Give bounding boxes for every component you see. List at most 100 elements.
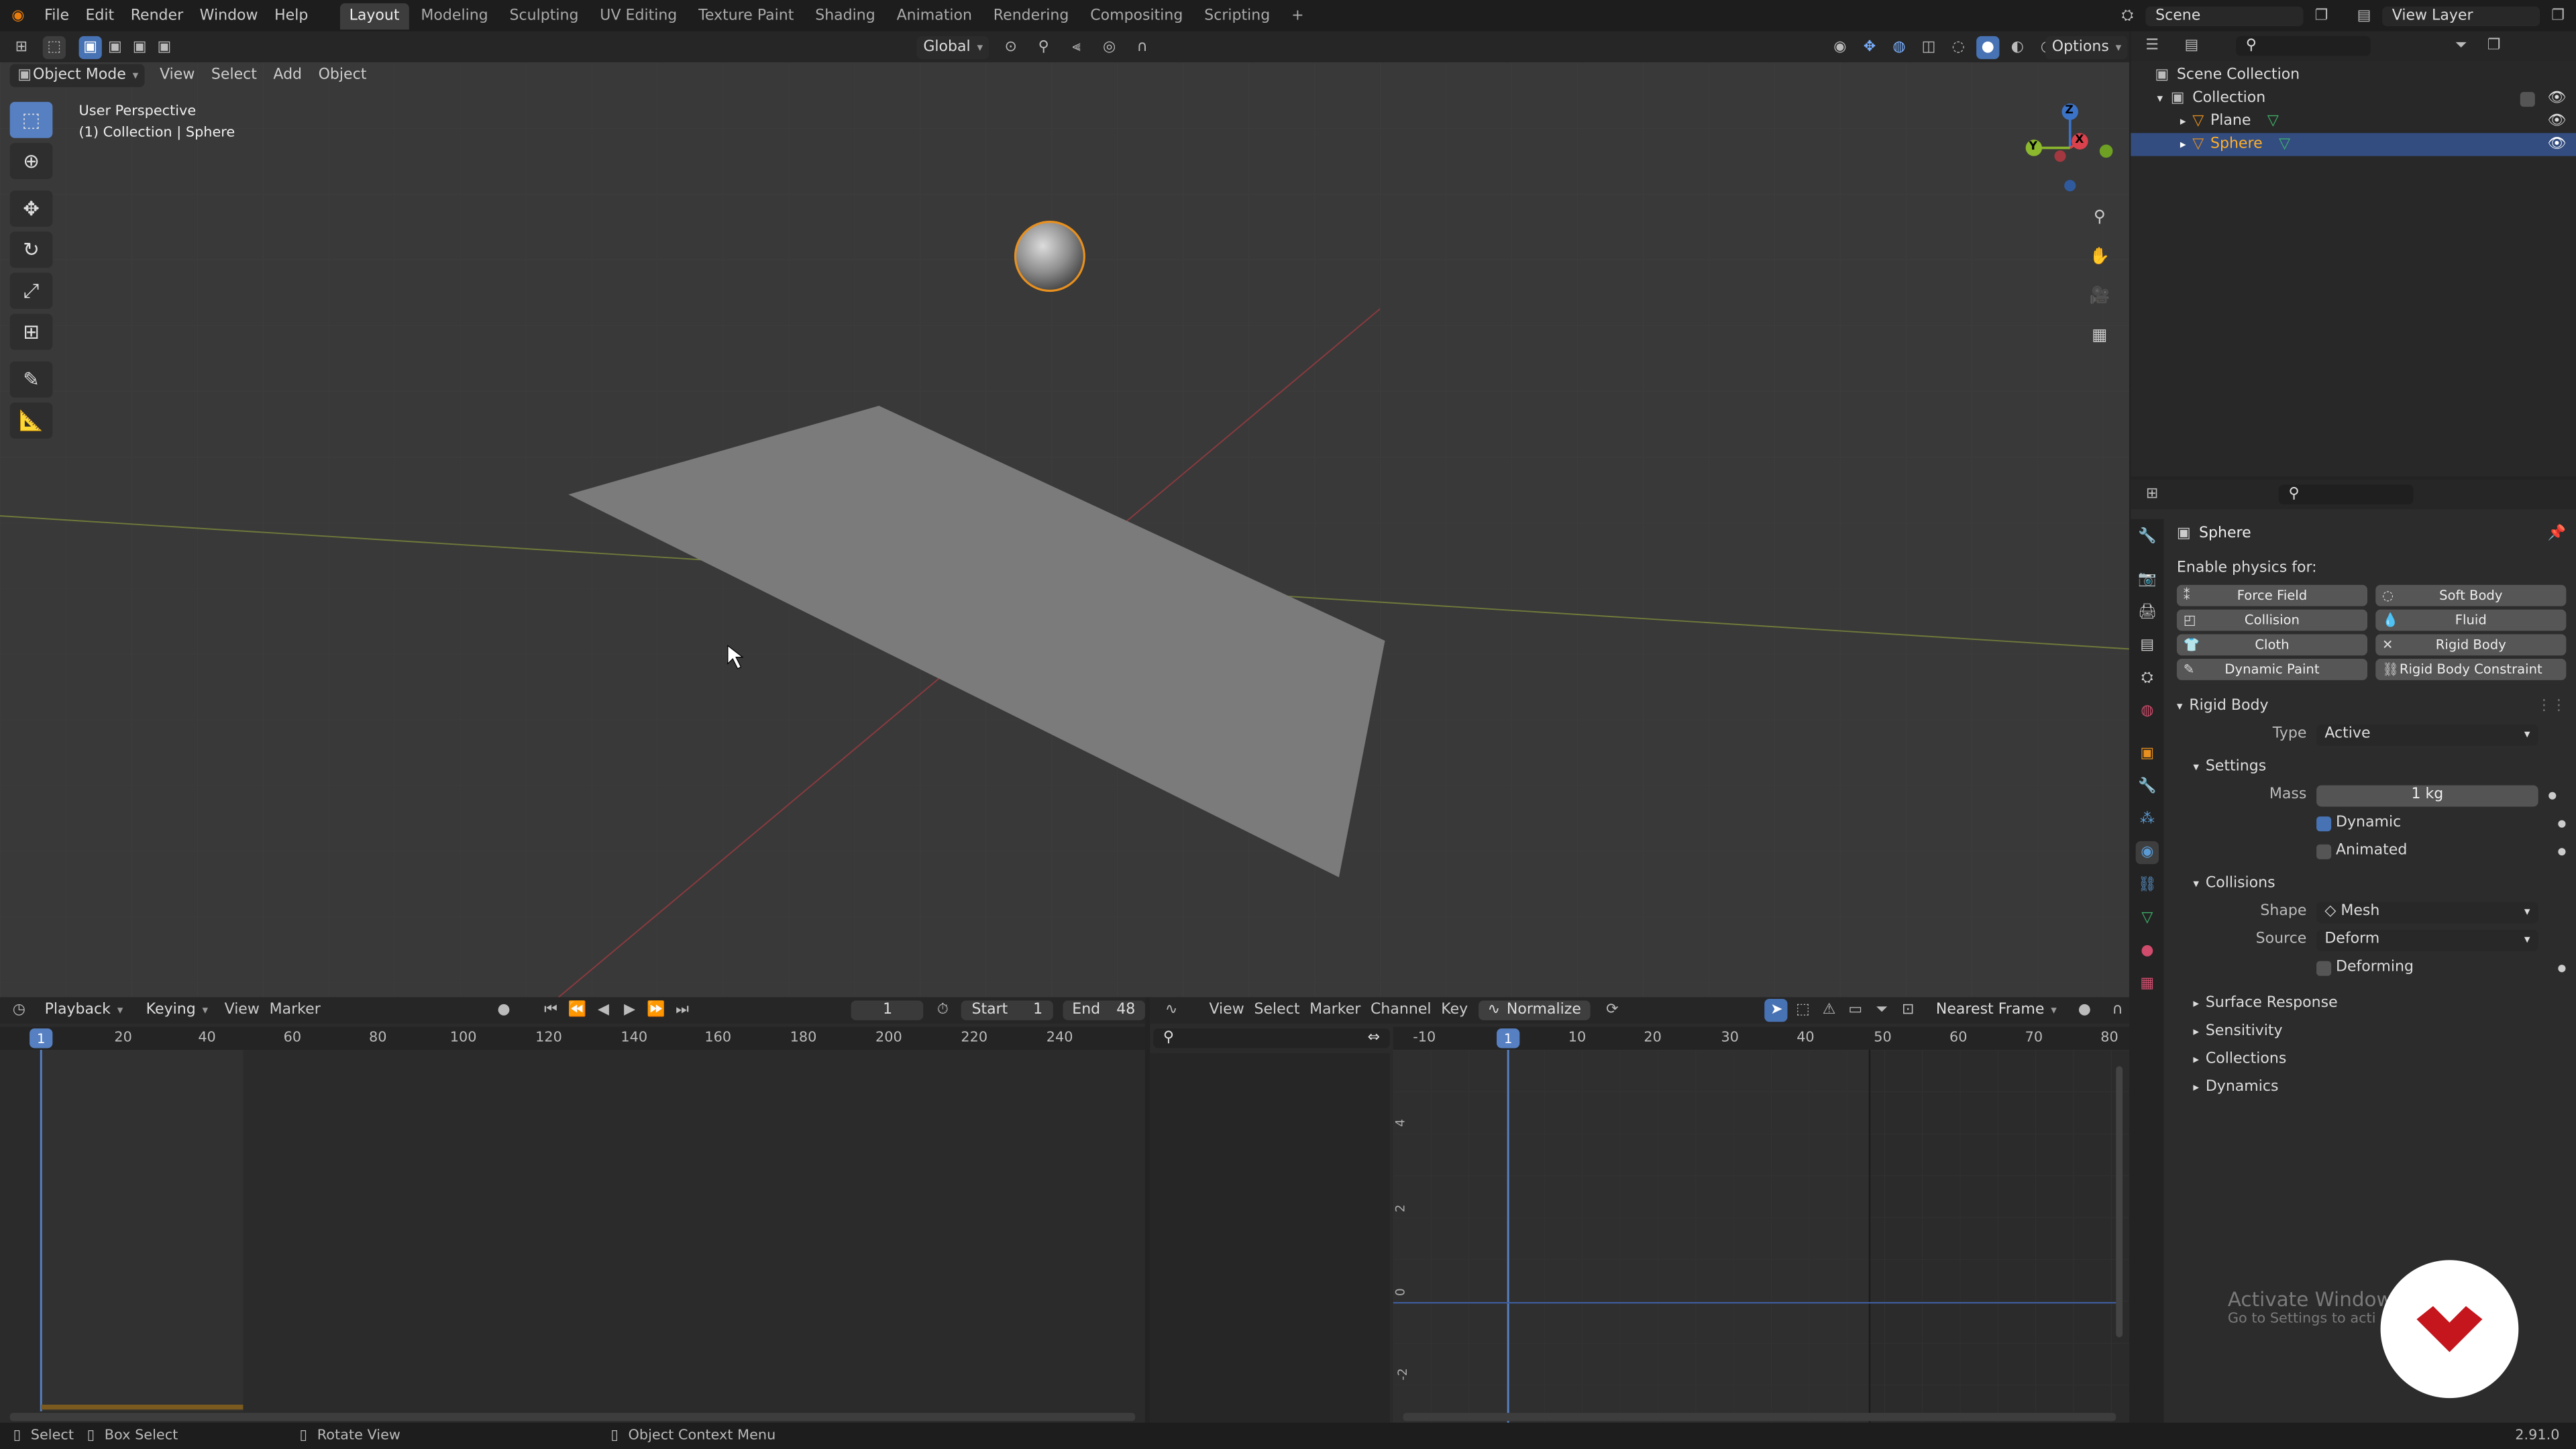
move-tool-icon[interactable]: ✥	[9, 191, 53, 227]
navigation-gizmo[interactable]: Z X Y	[2017, 102, 2119, 194]
options-dropdown[interactable]: Options	[2045, 35, 2129, 58]
keyframe-dot-icon[interactable]: ●	[2557, 845, 2566, 857]
graph-filter-icon[interactable]: ⏷	[1870, 999, 1893, 1022]
drag-handle-icon[interactable]: ⋮⋮	[2536, 698, 2566, 714]
falloff-icon[interactable]: ∩	[1130, 36, 1153, 58]
transform-tool-icon[interactable]: ⊞	[9, 313, 53, 350]
tab-animation[interactable]: Animation	[887, 3, 982, 29]
proportional-edit-icon[interactable]: ◎	[1098, 36, 1121, 58]
mass-field[interactable]: 1 kg	[2316, 784, 2538, 806]
timeline-area[interactable]	[0, 1049, 1145, 1423]
jump-start-icon[interactable]: ⏮	[539, 999, 562, 1022]
rigid-body-panel-header[interactable]: ▾ Rigid Body ⋮⋮	[2177, 693, 2566, 719]
tab-shading[interactable]: Shading	[806, 3, 885, 29]
tab-rendering[interactable]: Rendering	[983, 3, 1079, 29]
proportional-icon[interactable]: ●	[2073, 999, 2096, 1022]
scene-icon[interactable]: ⛭	[2116, 4, 2139, 27]
visibility-icon[interactable]: ◉	[1829, 36, 1851, 58]
material-tab-icon[interactable]: ●	[2136, 940, 2159, 963]
select-invert-icon[interactable]: ▣	[153, 36, 176, 58]
timeline-current-frame-badge[interactable]: 1	[30, 1028, 53, 1049]
measure-tool-icon[interactable]: 📐	[9, 402, 53, 439]
tab-compositing[interactable]: Compositing	[1081, 3, 1193, 29]
graph-key-menu[interactable]: Key	[1441, 1002, 1468, 1018]
animated-checkbox-row[interactable]: Animated ●	[2177, 838, 2566, 864]
collisions-subpanel-header[interactable]: ▾ Collisions	[2193, 871, 2566, 897]
collections-subpanel[interactable]: ▸ Collections	[2193, 1046, 2566, 1073]
current-frame-field[interactable]: 1	[851, 1000, 924, 1020]
collapse-icon[interactable]: ▾	[2157, 92, 2163, 105]
deforming-checkbox[interactable]	[2316, 960, 2331, 975]
graph-current-frame-badge[interactable]: 1	[1497, 1028, 1520, 1049]
blender-logo-icon[interactable]: ◉	[7, 4, 30, 27]
particles-tab-icon[interactable]: ⁂	[2136, 808, 2159, 831]
deforming-checkbox-row[interactable]: Deforming ●	[2177, 955, 2566, 981]
menu-file[interactable]: File	[36, 7, 77, 23]
cursor-tool-icon[interactable]: ⊕	[9, 143, 53, 179]
refresh-icon[interactable]: ⟳	[1601, 999, 1623, 1022]
outliner-scene-collection[interactable]: ▣ Scene Collection	[2131, 64, 2576, 87]
source-select[interactable]: Deform ▾	[2316, 928, 2538, 951]
tab-texture-paint[interactable]: Texture Paint	[688, 3, 804, 29]
play-reverse-icon[interactable]: ◀	[592, 999, 614, 1022]
settings-subpanel-header[interactable]: ▾ Settings	[2193, 754, 2566, 780]
animated-checkbox[interactable]	[2316, 843, 2331, 859]
menu-render[interactable]: Render	[122, 7, 191, 23]
graph-view-menu[interactable]: View	[1209, 1002, 1244, 1018]
normalize-toggle[interactable]: ∿ Normalize	[1477, 1000, 1591, 1020]
collision-button[interactable]: ◰ Collision	[2176, 609, 2368, 631]
ghost-icon[interactable]: ▭	[1844, 999, 1867, 1022]
viewport-menu-object[interactable]: Object	[310, 67, 374, 83]
keyframe-dot-icon[interactable]: ●	[2548, 790, 2557, 801]
visibility-eye-icon[interactable]: 👁	[2547, 91, 2566, 107]
gizmo-toggle-icon[interactable]: ✥	[1858, 36, 1881, 58]
camera-view-icon[interactable]: 🎥	[2085, 281, 2114, 311]
graph-select-menu[interactable]: Select	[1254, 1002, 1299, 1018]
exclude-checkbox[interactable]	[2519, 91, 2534, 106]
new-collection-icon[interactable]: ❐	[2482, 34, 2505, 57]
force-field-button[interactable]: ⁑ Force Field	[2176, 584, 2368, 606]
shading-material-icon[interactable]: ◐	[2006, 36, 2029, 58]
graph-marker-menu[interactable]: Marker	[1309, 1002, 1360, 1018]
outliner-collection[interactable]: ▾ ▣ Collection 👁	[2131, 87, 2576, 110]
view-layer-field[interactable]: View Layer	[2382, 5, 2540, 25]
dynamic-paint-button[interactable]: ✎ Dynamic Paint	[2176, 659, 2368, 680]
view-layer-icon[interactable]: ▤	[2353, 4, 2375, 27]
outliner-search[interactable]: ⚲	[2236, 36, 2371, 56]
tool-tab-icon[interactable]: 🔧	[2136, 526, 2159, 549]
timeline-editor-icon[interactable]: ◷	[10, 999, 28, 1022]
type-select[interactable]: Active ▾	[2316, 723, 2538, 745]
only-selected-icon[interactable]: ➤	[1765, 998, 1788, 1022]
scene-field[interactable]: Scene	[2145, 5, 2304, 25]
outliner-item-sphere[interactable]: ▸ ▽ Sphere ▽ 👁	[2131, 133, 2576, 156]
select-extend-icon[interactable]: ▣	[103, 36, 126, 58]
only-errors-icon[interactable]: ⚠	[1818, 999, 1841, 1022]
new-view-layer-icon[interactable]: ❐	[2546, 4, 2569, 27]
render-tab-icon[interactable]: 📷	[2136, 568, 2159, 591]
snap-mode-select[interactable]: Nearest Frame	[1929, 999, 2063, 1022]
constraints-tab-icon[interactable]: ⛓	[2136, 874, 2159, 897]
data-tab-icon[interactable]: ▽	[2136, 907, 2159, 930]
tab-modeling[interactable]: Modeling	[411, 3, 498, 29]
next-keyframe-icon[interactable]: ⏩	[645, 999, 667, 1022]
properties-editor-icon[interactable]: ⊞	[2141, 483, 2163, 506]
output-tab-icon[interactable]: 🖨	[2136, 601, 2159, 624]
dynamic-checkbox[interactable]	[2316, 815, 2331, 830]
swap-icon[interactable]: ⇔	[1368, 1030, 1380, 1046]
overlay-toggle-icon[interactable]: ◍	[1888, 36, 1911, 58]
snap-icon[interactable]: ⚲	[1032, 36, 1055, 58]
tab-uv-editing[interactable]: UV Editing	[590, 3, 687, 29]
channel-list[interactable]	[1150, 1053, 1390, 1423]
viewport-menu-view[interactable]: View	[152, 67, 203, 83]
mode-select[interactable]: ▣ Object Mode	[9, 64, 146, 87]
graph-ruler[interactable]: -10 1 10 20 30 40 50 60 70 80	[1393, 1026, 2129, 1050]
annotate-tool-icon[interactable]: ✎	[9, 361, 53, 398]
outliner-item-plane[interactable]: ▸ ▽ Plane ▽ 👁	[2131, 110, 2576, 133]
ortho-grid-icon[interactable]: ▦	[2085, 321, 2114, 350]
display-mode-icon[interactable]: ▤	[2180, 34, 2203, 57]
object-tab-icon[interactable]: ▣	[2136, 743, 2159, 765]
world-tab-icon[interactable]: ◍	[2136, 700, 2159, 722]
viewport-menu-add[interactable]: Add	[265, 67, 310, 83]
visibility-eye-icon[interactable]: 👁	[2547, 136, 2566, 152]
snap-target-icon[interactable]: ⫷	[1065, 36, 1088, 58]
